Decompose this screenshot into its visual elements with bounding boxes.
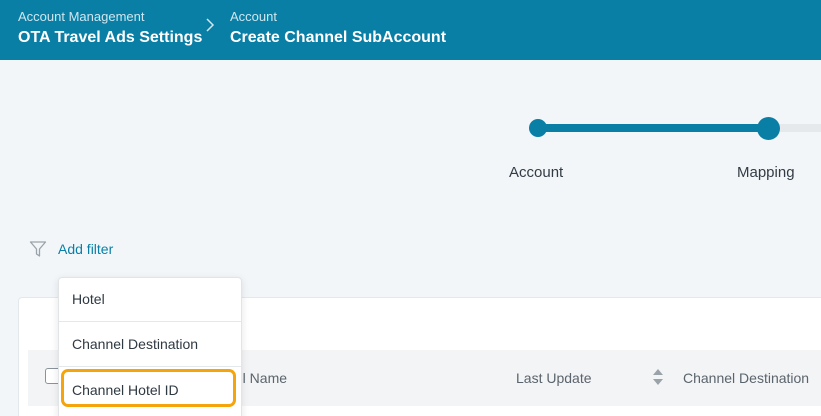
add-filter-button[interactable]: Add filter	[58, 241, 113, 257]
filter-option-channel-destination[interactable]: Channel Destination	[59, 336, 241, 352]
step-account-label: Account	[509, 164, 564, 181]
column-header-last-update[interactable]: Last Update	[516, 370, 592, 386]
breadcrumb-section: Account Management	[18, 9, 145, 24]
breadcrumb-section: Account	[230, 9, 277, 24]
filter-icon[interactable]	[29, 240, 47, 258]
menu-divider	[59, 321, 241, 322]
breadcrumb-account-management[interactable]: Account Management OTA Travel Ads Settin…	[18, 9, 202, 49]
column-header-channel-destination[interactable]: Channel Destination	[683, 370, 809, 386]
step-account-marker[interactable]	[529, 119, 547, 137]
stepper-progress-complete	[538, 124, 770, 132]
page-title: Create Channel SubAccount	[230, 29, 447, 46]
filter-option-hotel[interactable]: Hotel	[59, 291, 241, 307]
breadcrumb-title: OTA Travel Ads Settings	[18, 29, 203, 46]
sort-icon[interactable]	[652, 368, 664, 386]
top-header: Account Management OTA Travel Ads Settin…	[0, 0, 821, 60]
chevron-right-icon	[206, 18, 215, 32]
step-mapping-marker[interactable]	[757, 117, 780, 140]
highlight-outline	[61, 369, 236, 407]
breadcrumb-create-channel-subaccount: Account Create Channel SubAccount	[230, 9, 446, 49]
step-mapping-label: Mapping	[737, 164, 795, 181]
menu-divider	[59, 366, 241, 367]
